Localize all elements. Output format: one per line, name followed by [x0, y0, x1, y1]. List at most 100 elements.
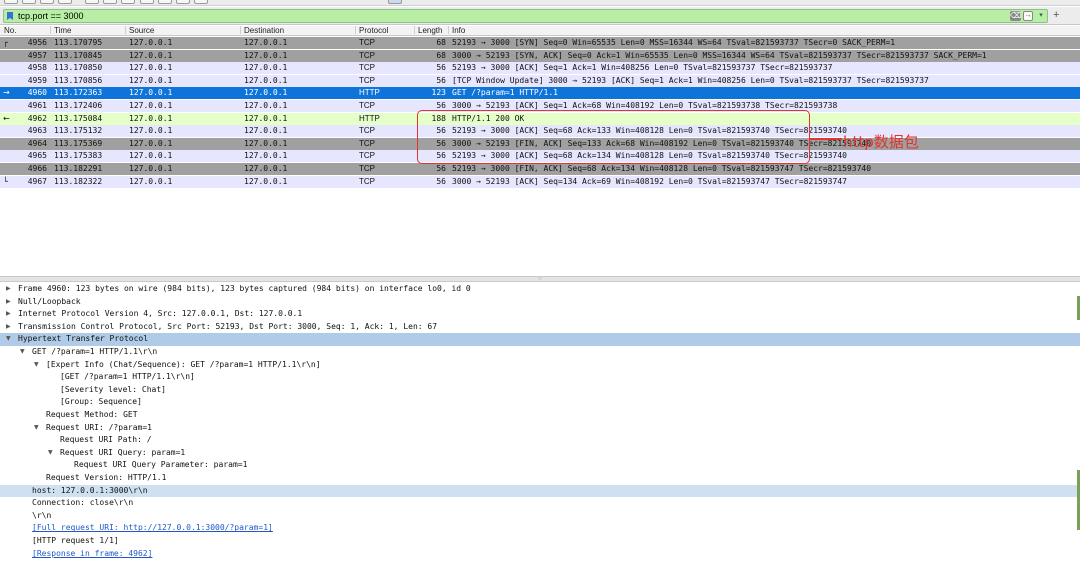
detail-tree-item[interactable]: [Full request URI: http://127.0.0.1:3000… [0, 522, 1080, 535]
detail-tree-item[interactable]: ▶ Transmission Control Protocol, Src Port… [0, 321, 1080, 334]
toolbar-button[interactable] [140, 0, 154, 4]
collapsed-triangle-icon[interactable]: ▶ [6, 308, 14, 321]
detail-tree-item[interactable]: ▼ Request URI: /?param=1 [0, 422, 1080, 435]
packet-row[interactable]: 4966 113.182291 127.0.0.1 127.0.0.1 TCP 56 521… [0, 163, 1080, 175]
toolbar-button[interactable] [4, 0, 18, 4]
packet-info: 52193 → 3000 [ACK] Seq=1 Ack=1 Win=40825… [452, 63, 833, 73]
expanded-triangle-icon[interactable]: ▼ [48, 447, 56, 460]
packet-row[interactable]: ┌ 4956 113.170795 127.0.0.1 127.0.0.1 TCP 68 52… [0, 37, 1080, 49]
toolbar-button[interactable] [58, 0, 72, 4]
toolbar-button[interactable] [85, 0, 99, 4]
detail-tree-item[interactable]: Request URI Path: / [0, 434, 1080, 447]
toolbar-button[interactable] [103, 0, 117, 4]
detail-tree-item[interactable]: ▼ [Expert Info (Chat/Sequence): GET /?par… [0, 359, 1080, 372]
packet-no: 4957 [27, 50, 47, 60]
packet-destination: 127.0.0.1 [244, 101, 288, 110]
packet-protocol: TCP [359, 138, 375, 148]
packet-no: 4961 [27, 101, 47, 110]
packet-row[interactable]: └ 4967 113.182322 127.0.0.1 127.0.0.1 TCP 56 30… [0, 175, 1080, 188]
packet-length: 68 [436, 38, 446, 47]
packet-protocol: TCP [359, 50, 375, 60]
detail-link[interactable]: [Response in frame: 4962] [32, 548, 152, 561]
detail-text: Frame 4960: 123 bytes on wire (984 bits)… [18, 284, 471, 293]
packet-protocol: TCP [359, 126, 375, 136]
display-filter-input[interactable]: tcp.port == 3000 ⌫ → ▾ [3, 9, 1048, 23]
detail-tree-item[interactable]: [GET /?param=1 HTTP/1.1\r\n] [0, 371, 1080, 384]
detail-tree-item[interactable]: [HTTP request 1/1] [0, 535, 1080, 548]
expanded-triangle-icon[interactable]: ▼ [34, 422, 42, 435]
bookmark-icon[interactable] [7, 12, 13, 20]
collapsed-triangle-icon[interactable]: ▶ [6, 296, 14, 309]
packet-list[interactable]: No. Time Source Destination Protocol Len… [0, 26, 1080, 276]
expanded-triangle-icon[interactable]: ▼ [34, 359, 42, 372]
detail-text: Transmission Control Protocol, Src Port:… [18, 321, 438, 331]
packet-row[interactable]: 4957 113.170845 127.0.0.1 127.0.0.1 TCP 68 300… [0, 49, 1080, 62]
toolbar-button[interactable] [194, 0, 208, 4]
detail-text: GET /?param=1 HTTP/1.1\r\n [32, 347, 158, 356]
packet-destination: 127.0.0.1 [244, 138, 288, 148]
packet-info: 52193 → 3000 [SYN] Seq=0 Win=65535 Len=0… [452, 38, 896, 47]
packet-details-tree[interactable]: ▶ Frame 4960: 123 bytes on wire (984 bits… [0, 282, 1080, 564]
detail-link[interactable]: [Full request URI: http://127.0.0.1:3000… [32, 522, 273, 535]
packet-length: 123 [431, 88, 446, 98]
detail-tree-item[interactable]: Connection: close\r\n [0, 497, 1080, 510]
column-header-time[interactable]: Time [54, 26, 71, 36]
packet-row[interactable]: 4958 113.170850 127.0.0.1 127.0.0.1 TCP 56 521… [0, 62, 1080, 75]
toolbar-button[interactable] [176, 0, 190, 4]
toolbar-button[interactable] [158, 0, 172, 4]
toolbar-button[interactable] [40, 0, 54, 4]
packet-time: 113.182322 [54, 176, 103, 186]
packet-source: 127.0.0.1 [129, 126, 173, 136]
detail-tree-item[interactable]: [Group: Sequence] [0, 396, 1080, 409]
packet-time: 113.172406 [54, 101, 103, 110]
column-header-destination[interactable]: Destination [244, 26, 284, 36]
packet-time: 113.170795 [54, 38, 103, 47]
splitter-grip-icon[interactable]: ○ [537, 276, 543, 282]
detail-tree-item[interactable]: [Response in frame: 4962] [0, 548, 1080, 561]
column-header-protocol[interactable]: Protocol [359, 26, 388, 36]
expanded-triangle-icon[interactable]: ▼ [20, 346, 28, 359]
packet-destination: 127.0.0.1 [244, 50, 288, 60]
collapsed-triangle-icon[interactable]: ▶ [6, 321, 14, 334]
column-header-info[interactable]: Info [452, 26, 465, 36]
apply-filter-icon[interactable]: → [1023, 11, 1033, 21]
clear-filter-icon[interactable]: ⌫ [1010, 11, 1021, 21]
detail-text: Request URI Query: param=1 [60, 447, 186, 457]
detail-tree-item[interactable]: Request URI Query Parameter: param=1 [0, 459, 1080, 472]
packet-time: 113.175383 [54, 151, 103, 161]
detail-text: [Severity level: Chat] [60, 384, 166, 394]
detail-text: Request URI Query Parameter: param=1 [74, 460, 248, 470]
packet-no: 4956 [27, 38, 47, 47]
detail-tree-item[interactable]: ▶ Frame 4960: 123 bytes on wire (984 bits… [0, 283, 1080, 296]
packet-row[interactable]: 4959 113.170856 127.0.0.1 127.0.0.1 TCP 56 [TC… [0, 74, 1080, 87]
detail-tree-item[interactable]: \r\n [0, 510, 1080, 523]
packet-row[interactable]: → 4960 113.172363 127.0.0.1 127.0.0.1 HTTP 123… [0, 87, 1080, 100]
detail-tree-item[interactable]: ▶ Null/Loopback [0, 296, 1080, 309]
detail-tree-item[interactable]: Request Method: GET [0, 409, 1080, 422]
packet-time: 113.170850 [54, 63, 103, 73]
collapsed-triangle-icon[interactable]: ▶ [6, 283, 14, 296]
detail-text: [GET /?param=1 HTTP/1.1\r\n] [60, 372, 195, 382]
toolbar-button[interactable] [22, 0, 36, 4]
detail-tree-item[interactable]: ▼ Request URI Query: param=1 [0, 447, 1080, 460]
detail-tree-item[interactable]: host: 127.0.0.1:3000\r\n [0, 484, 1080, 498]
toolbar-button[interactable] [121, 0, 135, 4]
packet-info: 3000 → 52193 [SYN, ACK] Seq=0 Ack=1 Win=… [452, 50, 987, 60]
detail-tree-item[interactable]: Request Version: HTTP/1.1 [0, 472, 1080, 485]
filter-text[interactable]: tcp.port == 3000 [18, 11, 84, 21]
column-header-no[interactable]: No. [4, 26, 16, 36]
detail-text: Hypertext Transfer Protocol [18, 334, 149, 344]
packet-no: 4960 [27, 88, 47, 98]
detail-tree-item[interactable]: ▶ Internet Protocol Version 4, Src: 127.0… [0, 308, 1080, 321]
add-filter-button[interactable]: + [1053, 10, 1059, 21]
detail-tree-item[interactable]: ▼ GET /?param=1 HTTP/1.1\r\n [0, 346, 1080, 359]
column-header-length[interactable]: Length [418, 26, 442, 36]
detail-tree-item[interactable]: [Severity level: Chat] [0, 384, 1080, 397]
filter-history-chevron-down-icon[interactable]: ▾ [1036, 11, 1046, 21]
detail-text: Internet Protocol Version 4, Src: 127.0.… [18, 309, 303, 319]
packet-no: 4967 [27, 176, 47, 186]
toolbar-button[interactable] [388, 0, 402, 4]
expanded-triangle-icon[interactable]: ▼ [6, 333, 14, 346]
detail-tree-item[interactable]: ▼ Hypertext Transfer Protocol [0, 333, 1080, 346]
column-header-source[interactable]: Source [129, 26, 154, 36]
